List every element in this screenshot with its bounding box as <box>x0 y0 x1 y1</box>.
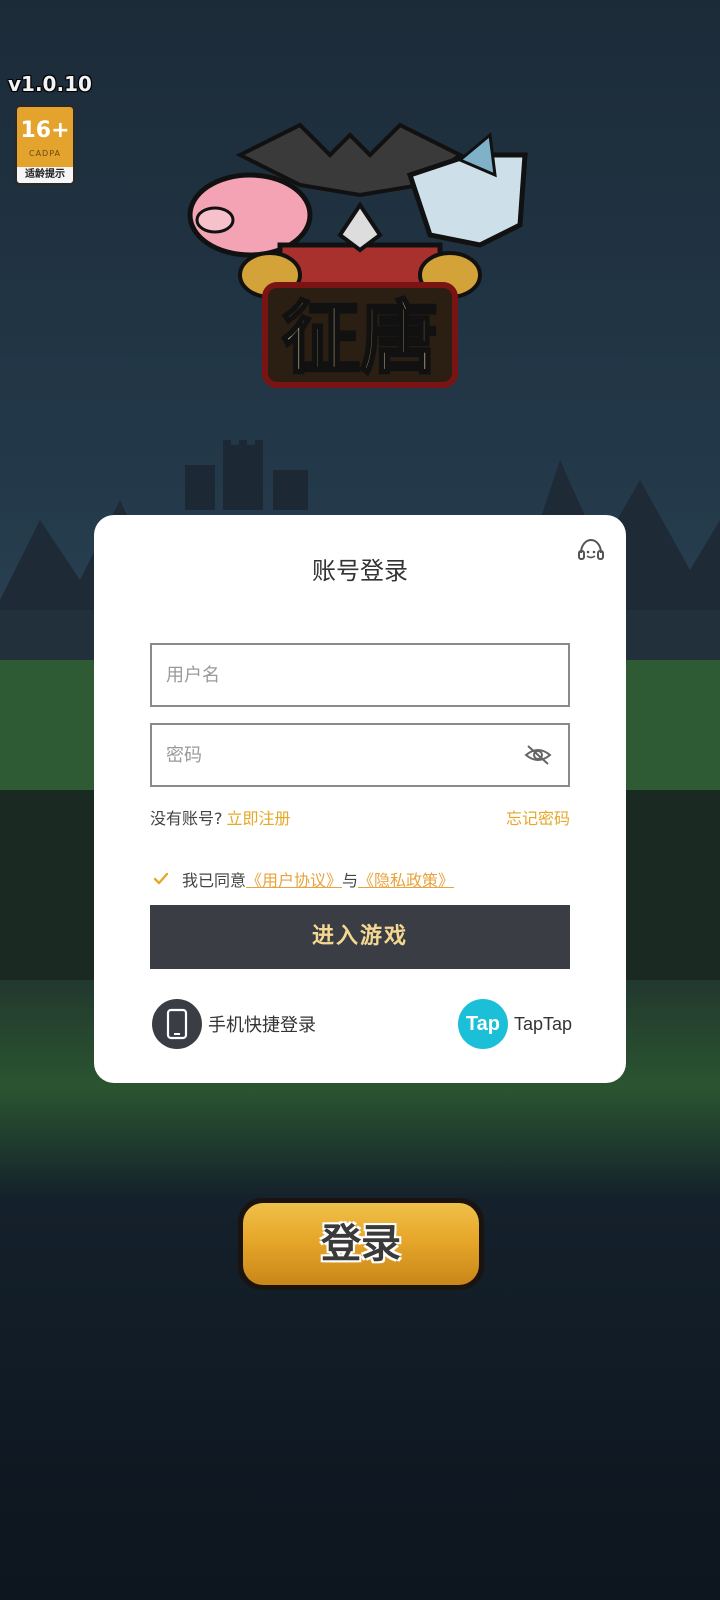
support-icon[interactable] <box>576 537 606 567</box>
privacy-policy-link[interactable]: 《隐私政策》 <box>358 867 454 891</box>
register-link[interactable]: 立即注册 <box>227 809 291 828</box>
agreement-row: 我已同意 《用户协议》 与 《隐私政策》 <box>150 867 454 891</box>
eye-off-icon[interactable] <box>524 743 552 767</box>
castle-silhouette <box>185 440 308 510</box>
age-rating-org: CADPA <box>28 149 61 158</box>
login-button-label: 登录 <box>243 1203 479 1285</box>
game-logo: 征唐 <box>187 122 528 388</box>
phone-login-label: 手机快捷登录 <box>208 1015 316 1036</box>
taptap-label: TapTap <box>513 1013 572 1034</box>
login-button[interactable]: 登录 <box>238 1198 484 1290</box>
user-agreement-link[interactable]: 《用户协议》 <box>246 867 342 891</box>
logo-title: 征唐 <box>282 294 438 384</box>
account-links-row: 没有账号? 立即注册 忘记密码 <box>150 805 570 829</box>
login-dialog: 账号登录 没有账号?立即注册 忘记密码 我已同意 《用户协议》 与 《隐私政策》… <box>94 515 626 1083</box>
no-account-text: 没有账号? <box>150 809 223 828</box>
agree-text: 我已同意 <box>182 871 247 890</box>
phone-icon <box>152 999 202 1049</box>
taptap-login-button[interactable]: Tap TapTap <box>457 999 572 1049</box>
check-icon[interactable] <box>150 868 172 890</box>
phone-login-button[interactable]: 手机快捷登录 <box>152 999 316 1049</box>
taptap-icon: Tap <box>457 999 508 1049</box>
forgot-password-link[interactable]: 忘记密码 <box>506 805 570 829</box>
username-field[interactable] <box>150 643 570 707</box>
password-field[interactable] <box>150 723 570 787</box>
and-text: 与 <box>342 871 359 890</box>
enter-game-button[interactable]: 进入游戏 <box>150 905 570 969</box>
version-label: v1.0.10 <box>8 72 92 96</box>
age-rating-badge[interactable]: 16+ CADPA 适龄提示 <box>15 105 75 185</box>
age-rating-tip: 适龄提示 <box>17 167 73 183</box>
password-input[interactable] <box>152 725 568 785</box>
username-input[interactable] <box>152 645 568 705</box>
age-rating-value: 16+ <box>20 118 70 143</box>
dialog-title: 账号登录 <box>312 557 408 585</box>
